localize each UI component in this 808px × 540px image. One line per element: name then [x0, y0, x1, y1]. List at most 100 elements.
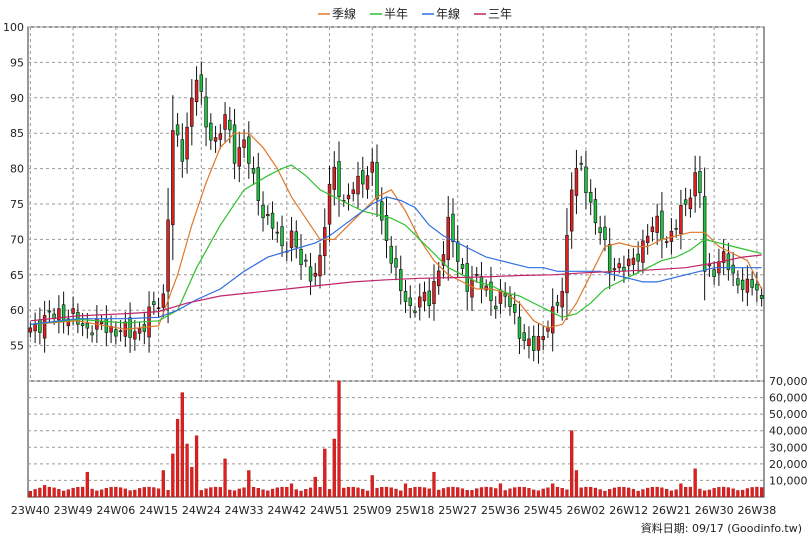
candle-body: [204, 96, 208, 128]
candle-body: [403, 291, 408, 302]
candle-body: [327, 183, 332, 225]
legend-item: 半年: [370, 7, 408, 21]
x-tick-label: 26W02: [566, 504, 605, 517]
x-tick-label: 23W49: [54, 504, 93, 517]
price-tick-label: 80: [10, 163, 24, 176]
volume-bar: [47, 486, 51, 498]
candle-body: [389, 245, 393, 264]
volume-bar: [175, 418, 180, 498]
candle-body: [251, 168, 256, 174]
x-tick-label: 25W36: [481, 504, 520, 517]
volume-tick-label: 70,000: [769, 375, 808, 388]
volume-bar: [332, 438, 336, 498]
volume-bar: [270, 488, 275, 498]
volume-bar: [180, 392, 184, 498]
candle-body: [180, 139, 185, 162]
candle-body: [194, 79, 199, 103]
candle-body: [598, 227, 602, 234]
x-tick-label: 26W21: [652, 504, 691, 517]
candle-body: [636, 253, 640, 262]
volume-bar: [66, 489, 70, 498]
candle-body: [626, 258, 631, 267]
volume-bar: [42, 485, 47, 498]
volume-bar: [703, 490, 707, 498]
candle-body: [555, 302, 560, 306]
volume-bar: [536, 490, 541, 498]
volume-bar: [674, 489, 678, 498]
candle-body: [213, 137, 218, 142]
volume-bar: [427, 488, 431, 498]
price-tick-label: 95: [10, 56, 24, 69]
volume-tick-label: 50,000: [769, 408, 808, 421]
candle-body: [261, 204, 265, 219]
volume-bar: [247, 470, 251, 498]
candle-body: [85, 323, 90, 329]
candle-body: [655, 215, 659, 233]
candle-body: [313, 272, 318, 277]
volume-bar: [294, 489, 298, 498]
volume-bar: [679, 483, 683, 498]
candle-body: [318, 255, 322, 277]
volume-bar: [731, 488, 735, 498]
candle-body: [209, 122, 213, 141]
volume-bar: [213, 486, 218, 498]
candle-body: [128, 317, 132, 338]
volume-bar: [403, 483, 408, 498]
candle-body: [593, 199, 598, 224]
candle-body: [683, 199, 688, 205]
candle-body: [456, 241, 460, 262]
x-tick-label: 24W42: [267, 504, 306, 517]
candle-body: [118, 330, 123, 333]
volume-bar: [313, 476, 317, 498]
price-tick-label: 70: [10, 233, 24, 246]
candle-body: [223, 114, 227, 130]
volume-bar: [408, 488, 412, 498]
candle-body: [199, 74, 204, 92]
volume-bar: [33, 489, 37, 498]
volume-bar: [760, 487, 764, 498]
volume-tick-label: 60,000: [769, 392, 808, 405]
x-tick-label: 24W06: [96, 504, 135, 517]
candle-body: [308, 266, 313, 282]
volume-bar: [232, 490, 237, 498]
candle-body: [731, 264, 735, 274]
volume-bar: [142, 487, 146, 498]
candle-body: [133, 331, 137, 340]
volume-tick-label: 40,000: [769, 425, 808, 438]
volume-bar: [356, 487, 360, 498]
volume-bar: [185, 443, 189, 498]
candle-body: [175, 124, 180, 136]
volume-bar: [413, 487, 417, 498]
volume-bar: [646, 487, 650, 498]
candle-body: [560, 291, 564, 308]
candle-body: [332, 166, 336, 190]
volume-bar: [665, 488, 669, 498]
candle-body: [266, 213, 270, 217]
volume-tick-label: 20,000: [769, 458, 808, 471]
volume-bar: [603, 490, 607, 498]
candle-body: [370, 161, 374, 173]
volume-bar: [223, 458, 227, 498]
volume-bar: [361, 488, 365, 498]
candle-body: [631, 257, 636, 265]
volume-bar: [61, 490, 66, 498]
volume-bar: [479, 487, 484, 498]
volume-bar: [280, 486, 284, 498]
legend-label: 半年: [384, 7, 408, 21]
legend-label: 三年: [488, 7, 512, 21]
x-tick-label: 24W15: [139, 504, 178, 517]
candle-body: [617, 263, 621, 269]
volume-bar: [394, 488, 398, 498]
stock-chart: 季線 半年 年線 三年 55 60 65 70 75 80 85 90 95 100 10,000 20,…: [3, 6, 808, 535]
volume-bar: [513, 487, 517, 498]
candle-body: [531, 335, 536, 351]
volume-bar: [465, 490, 469, 498]
volume-bar: [342, 487, 346, 498]
volume-bar: [266, 490, 270, 498]
volume-bar: [114, 486, 118, 498]
x-axis: 23W40 23W49 24W06 24W15 24W24 24W33 24W42 24W51…: [11, 504, 776, 517]
candle-body: [99, 321, 104, 324]
volume-bar: [736, 490, 740, 498]
volume-bar: [470, 490, 474, 498]
candle-body: [474, 274, 479, 276]
